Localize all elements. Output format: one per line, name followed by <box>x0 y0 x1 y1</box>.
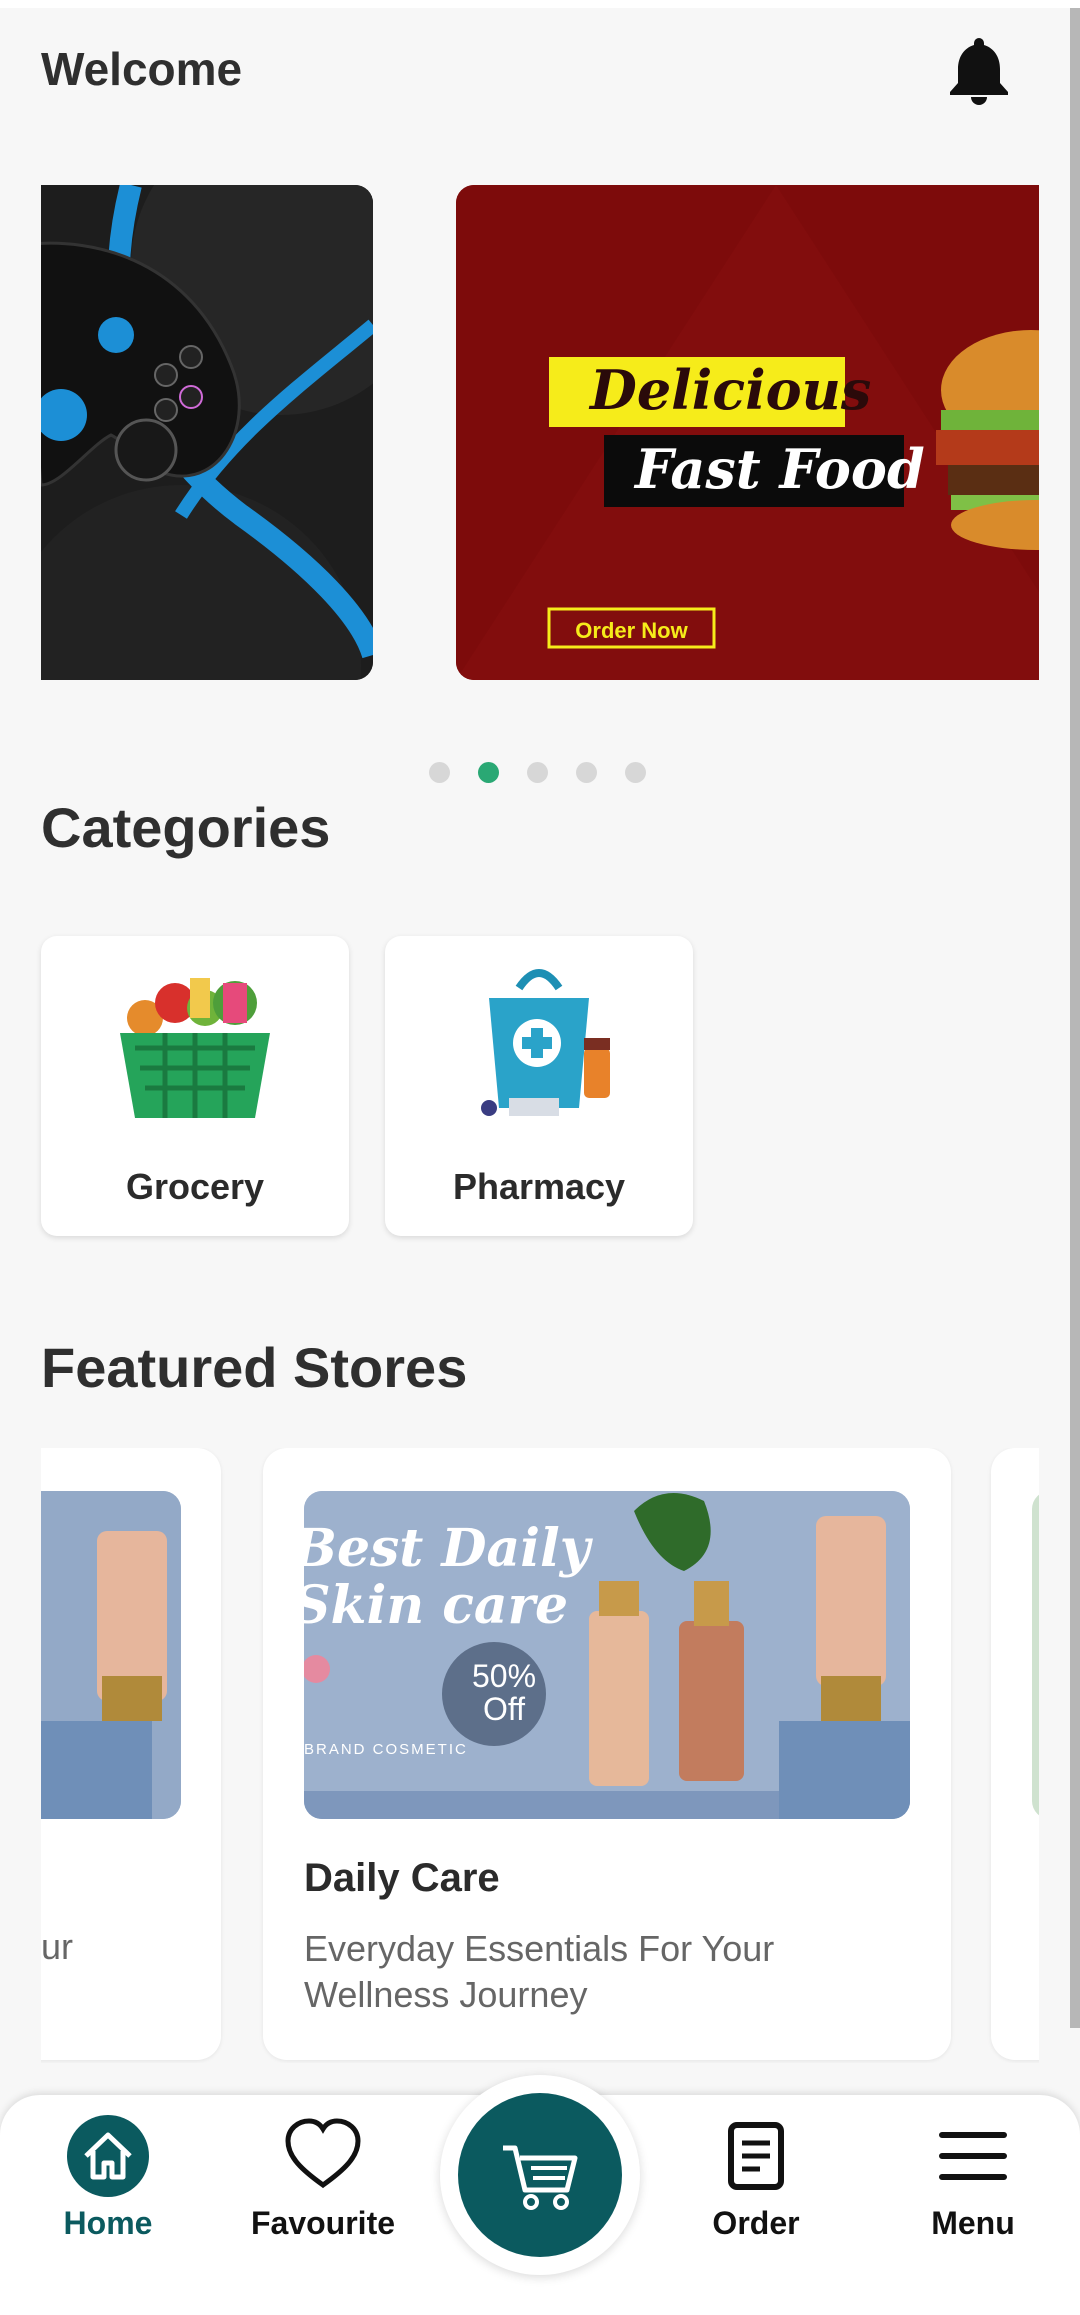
fast-food-image <box>456 185 1039 680</box>
carousel-dot-active[interactable] <box>478 762 499 783</box>
carousel-dot[interactable] <box>429 762 450 783</box>
scrollbar[interactable] <box>1070 8 1080 2028</box>
store-description: Everyday Essentials For Your Wellness Jo… <box>304 1928 775 2015</box>
pharmacy-bag-icon <box>481 969 610 1116</box>
menu-icon <box>939 2132 1007 2180</box>
carousel-indicator <box>429 762 646 783</box>
cart-button[interactable] <box>440 2075 640 2275</box>
status-strip <box>0 0 1080 8</box>
categories-title: Categories <box>41 796 331 859</box>
discount-badge-2: Off <box>482 1691 526 1727</box>
discount-badge-1: 50% <box>471 1658 537 1694</box>
nav-menu[interactable]: Menu <box>893 2115 1053 2242</box>
nav-label: Home <box>63 2205 153 2241</box>
nav-favourite[interactable]: Favourite <box>243 2115 403 2242</box>
carousel-dot[interactable] <box>576 762 597 783</box>
store-card[interactable] <box>991 1448 1039 2060</box>
cart-button-fill <box>458 2093 622 2257</box>
home-icon <box>67 2115 149 2197</box>
cart-icon <box>503 2145 578 2210</box>
heart-icon <box>285 2118 361 2189</box>
document-icon <box>728 2122 784 2190</box>
page-title: Welcome <box>41 43 243 95</box>
store-desc-fragment: ur <box>41 1926 74 1967</box>
brand-cosmetic-label: BRAND COSMETIC <box>304 1741 468 1758</box>
nav-label: Menu <box>931 2205 1015 2241</box>
category-label: Pharmacy <box>452 1166 626 1207</box>
banner-fast-food[interactable] <box>456 185 1039 680</box>
banner-headline-1: Best Daily <box>293 1518 590 1579</box>
store-name: Daily Care <box>304 1856 500 1900</box>
store-card[interactable] <box>41 1448 221 2060</box>
nav-label: Order <box>712 2205 800 2241</box>
carousel-dot[interactable] <box>527 762 548 783</box>
carousel-dot[interactable] <box>625 762 646 783</box>
bell-icon[interactable] <box>945 34 1013 106</box>
grocery-basket-icon <box>120 978 270 1118</box>
nav-order[interactable]: Order <box>676 2115 836 2242</box>
banner-headline-2: Skin care <box>293 1575 569 1636</box>
banner-carousel[interactable] <box>41 185 1039 680</box>
nav-home[interactable]: Home <box>28 2115 188 2242</box>
banner-headline-2: Fast Food <box>635 437 925 501</box>
store-image <box>1032 1491 1039 1819</box>
category-card-grocery[interactable]: Grocery <box>41 936 349 1236</box>
order-now-button[interactable]: Order Now <box>549 612 714 650</box>
category-label: Grocery <box>125 1166 265 1207</box>
banner-game-controller[interactable] <box>41 185 373 680</box>
nav-label: Favourite <box>250 2205 396 2241</box>
banner-headline-1: Delicious <box>590 358 872 422</box>
featured-stores-title: Featured Stores <box>41 1336 468 1399</box>
category-card-pharmacy[interactable]: Pharmacy <box>385 936 693 1236</box>
featured-stores-carousel[interactable]: Best Daily Skin care 50% Off BRAND COSME… <box>41 1448 1039 2063</box>
game-controller-image <box>41 185 373 680</box>
store-image <box>41 1491 181 1819</box>
store-card-daily-care[interactable]: Best Daily Skin care 50% Off BRAND COSME… <box>263 1448 951 2060</box>
